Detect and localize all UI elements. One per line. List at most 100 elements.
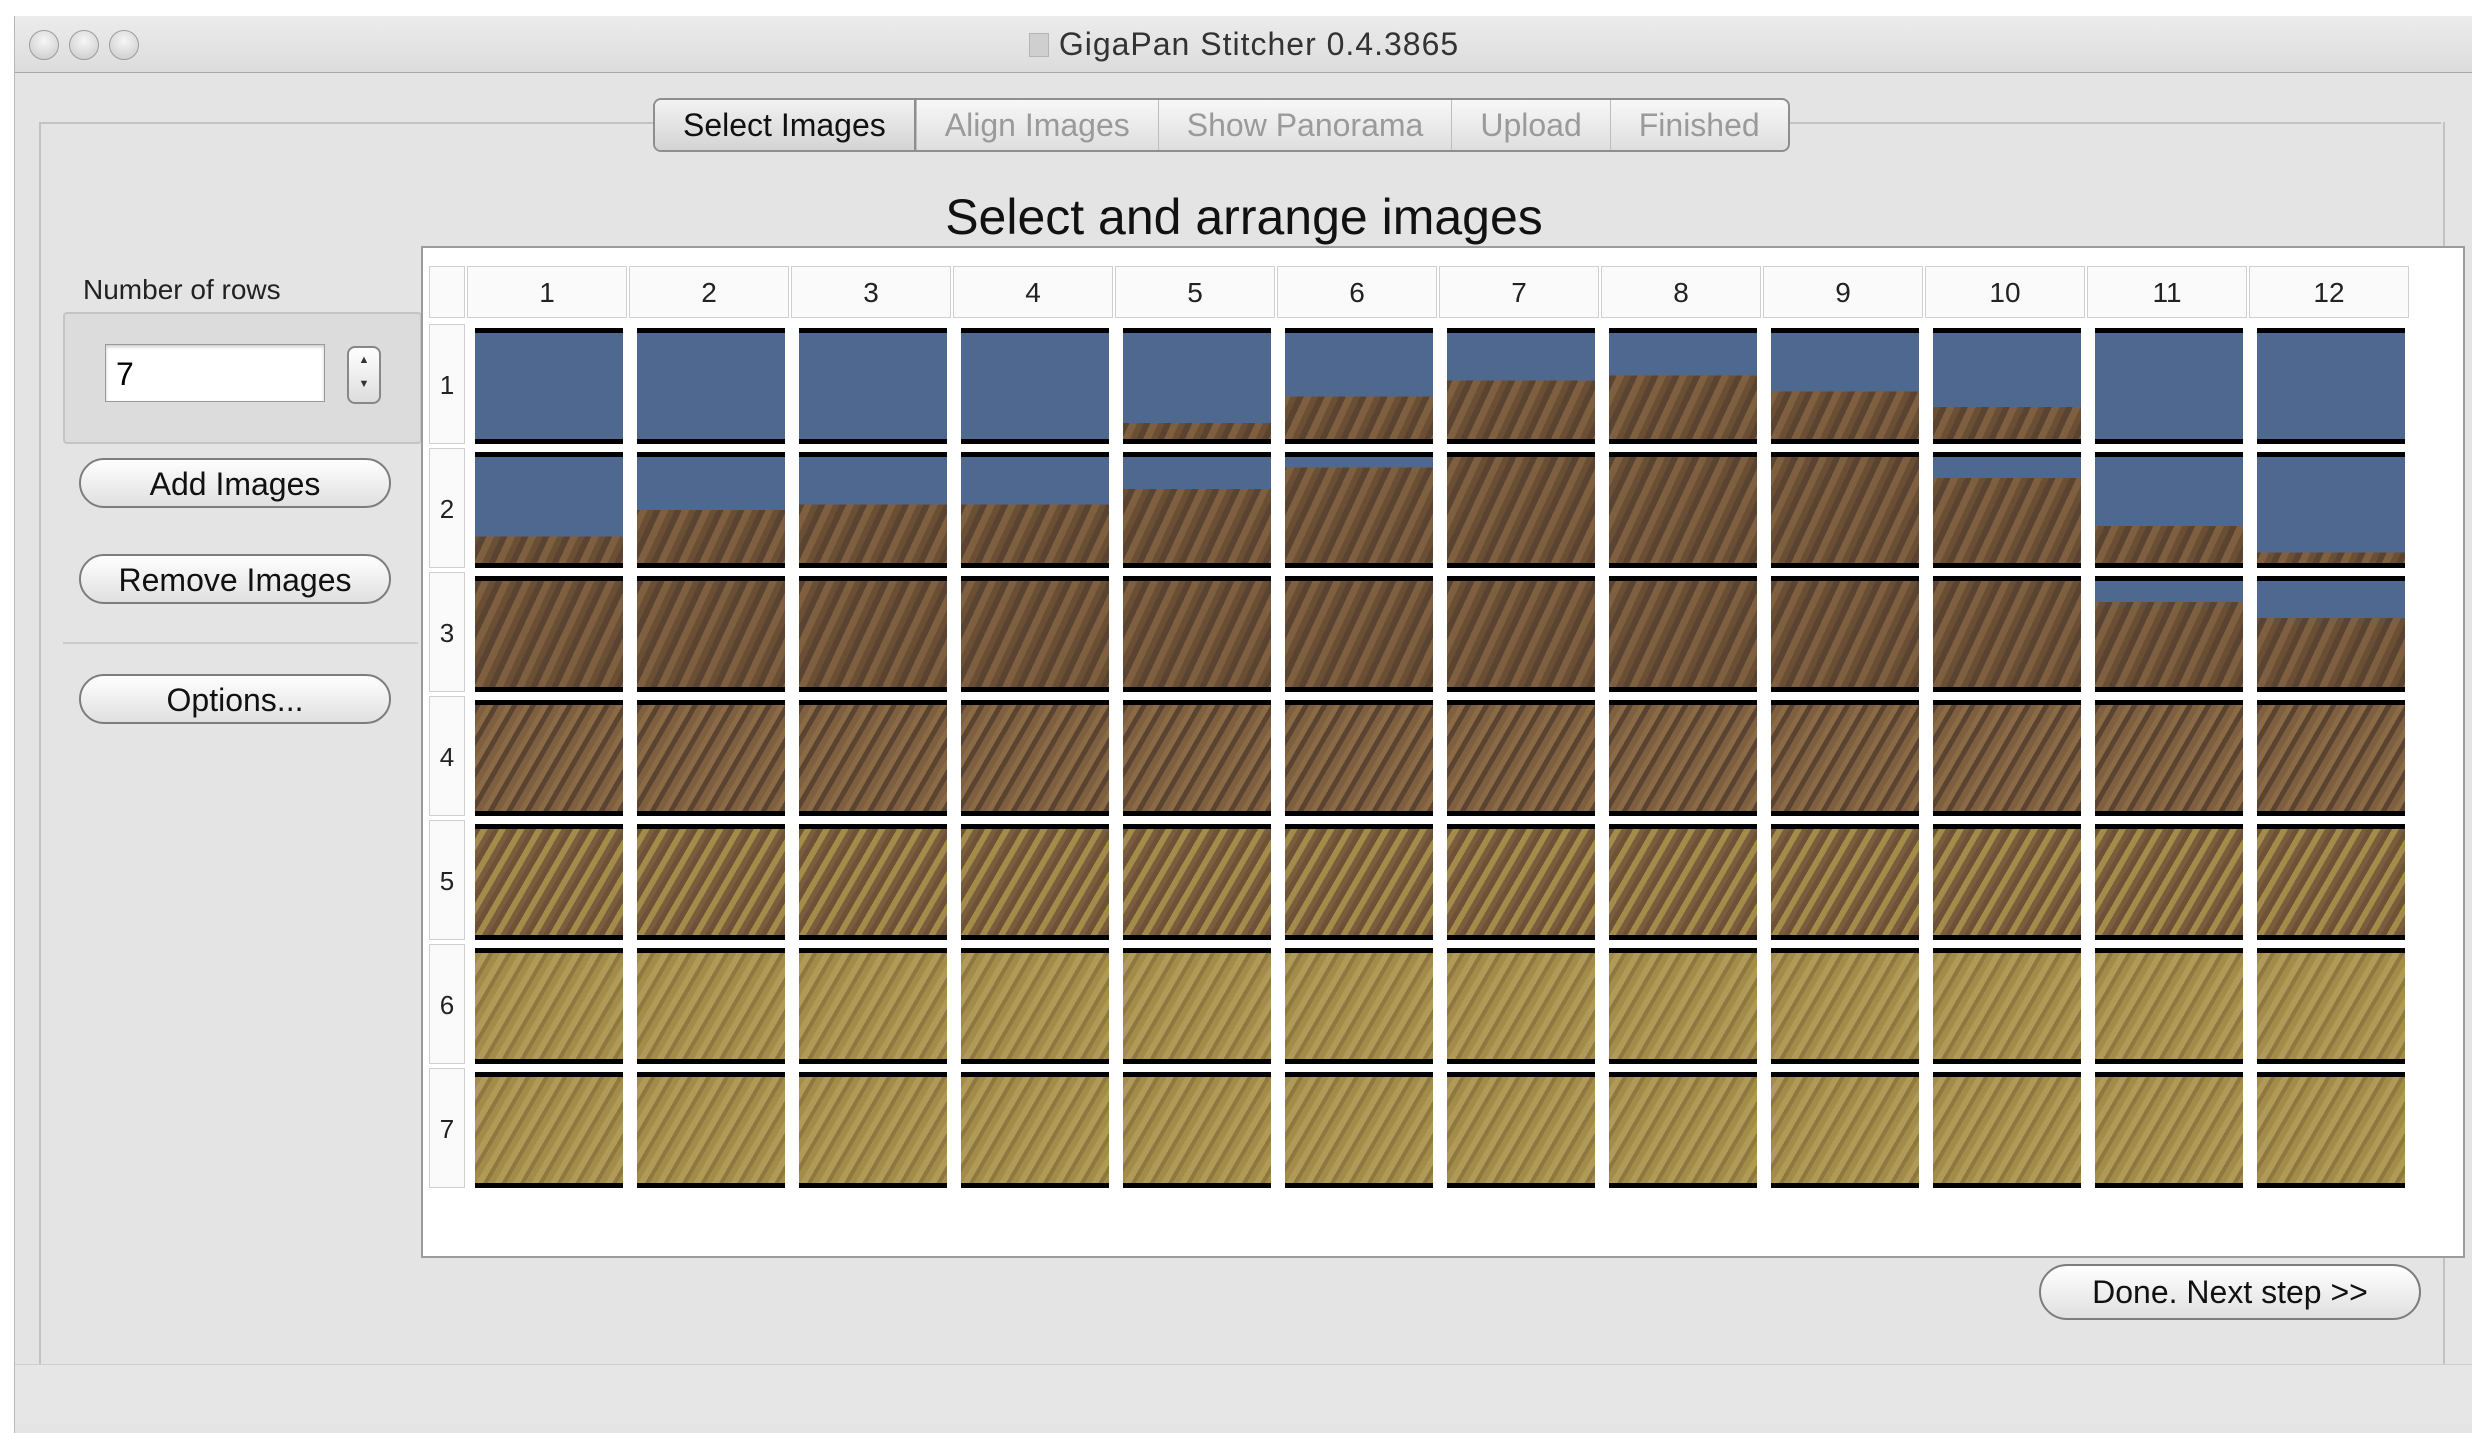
image-tile[interactable] xyxy=(1933,328,2081,444)
image-tile[interactable] xyxy=(1123,576,1271,692)
image-tile[interactable] xyxy=(1285,948,1433,1064)
image-tile[interactable] xyxy=(961,700,1109,816)
image-tile[interactable] xyxy=(1771,1072,1919,1188)
image-tile[interactable] xyxy=(637,700,785,816)
image-tile[interactable] xyxy=(637,948,785,1064)
image-tile[interactable] xyxy=(1609,328,1757,444)
image-tile[interactable] xyxy=(961,1072,1109,1188)
tab-upload[interactable]: Upload xyxy=(1451,100,1609,150)
image-tile[interactable] xyxy=(961,328,1109,444)
image-tile[interactable] xyxy=(475,1072,623,1188)
image-tile[interactable] xyxy=(637,576,785,692)
image-tile[interactable] xyxy=(1447,452,1595,568)
rows-group: Number of rows 7 ▲ ▼ xyxy=(63,266,422,446)
image-tile[interactable] xyxy=(1771,700,1919,816)
image-tile[interactable] xyxy=(2257,700,2405,816)
image-tile[interactable] xyxy=(1285,824,1433,940)
image-tile[interactable] xyxy=(1447,948,1595,1064)
image-tile[interactable] xyxy=(2095,576,2243,692)
tab-align-images[interactable]: Align Images xyxy=(915,100,1158,150)
image-tile[interactable] xyxy=(637,328,785,444)
image-tile[interactable] xyxy=(799,452,947,568)
image-tile[interactable] xyxy=(799,1072,947,1188)
image-tile[interactable] xyxy=(961,948,1109,1064)
image-tile[interactable] xyxy=(475,700,623,816)
image-tile[interactable] xyxy=(1609,948,1757,1064)
image-tile[interactable] xyxy=(1447,576,1595,692)
image-tile[interactable] xyxy=(1609,700,1757,816)
image-tile[interactable] xyxy=(799,824,947,940)
image-tile[interactable] xyxy=(475,576,623,692)
image-tile[interactable] xyxy=(2095,452,2243,568)
image-tile[interactable] xyxy=(1123,824,1271,940)
rows-stepper[interactable]: ▲ ▼ xyxy=(347,346,381,404)
image-tile[interactable] xyxy=(475,328,623,444)
image-tile[interactable] xyxy=(1771,824,1919,940)
image-tile[interactable] xyxy=(1285,452,1433,568)
image-tile[interactable] xyxy=(961,824,1109,940)
image-tile[interactable] xyxy=(799,948,947,1064)
image-tile[interactable] xyxy=(1933,452,2081,568)
image-tile[interactable] xyxy=(2095,700,2243,816)
image-tile[interactable] xyxy=(1123,1072,1271,1188)
grid-corner xyxy=(429,266,465,318)
image-tile[interactable] xyxy=(2257,452,2405,568)
image-tile[interactable] xyxy=(799,576,947,692)
image-tile[interactable] xyxy=(1771,948,1919,1064)
tab-finished[interactable]: Finished xyxy=(1609,100,1788,150)
remove-images-button[interactable]: Remove Images xyxy=(79,554,391,604)
image-tile[interactable] xyxy=(1771,576,1919,692)
image-tile[interactable] xyxy=(1123,700,1271,816)
image-tile[interactable] xyxy=(799,328,947,444)
image-tile[interactable] xyxy=(2257,824,2405,940)
image-tile[interactable] xyxy=(475,824,623,940)
column-header: 6 xyxy=(1277,266,1437,318)
image-tile[interactable] xyxy=(1285,328,1433,444)
image-tile[interactable] xyxy=(1285,700,1433,816)
image-tile[interactable] xyxy=(1123,452,1271,568)
image-tile[interactable] xyxy=(2257,948,2405,1064)
image-tile[interactable] xyxy=(1933,1072,2081,1188)
image-tile[interactable] xyxy=(1771,328,1919,444)
image-tile[interactable] xyxy=(2257,1072,2405,1188)
image-tile[interactable] xyxy=(2095,824,2243,940)
image-tile[interactable] xyxy=(1123,328,1271,444)
image-tile[interactable] xyxy=(475,948,623,1064)
image-tile[interactable] xyxy=(1285,1072,1433,1188)
options-button[interactable]: Options... xyxy=(79,674,391,724)
image-tile[interactable] xyxy=(799,700,947,816)
column-header: 8 xyxy=(1601,266,1761,318)
image-tile[interactable] xyxy=(1447,700,1595,816)
image-tile[interactable] xyxy=(1933,700,2081,816)
image-tile[interactable] xyxy=(2095,328,2243,444)
image-tile[interactable] xyxy=(1609,1072,1757,1188)
image-tile[interactable] xyxy=(2257,576,2405,692)
image-tile[interactable] xyxy=(637,452,785,568)
tab-select-images[interactable]: Select Images xyxy=(655,100,916,150)
next-step-button[interactable]: Done. Next step >> xyxy=(2039,1264,2421,1320)
image-tile[interactable] xyxy=(961,452,1109,568)
image-tile[interactable] xyxy=(961,576,1109,692)
image-tile[interactable] xyxy=(1609,576,1757,692)
tab-show-panorama[interactable]: Show Panorama xyxy=(1157,100,1452,150)
image-tile[interactable] xyxy=(1933,948,2081,1064)
image-tile[interactable] xyxy=(637,1072,785,1188)
rows-input[interactable]: 7 xyxy=(105,344,325,402)
rows-box: 7 ▲ ▼ xyxy=(63,312,422,444)
image-tile[interactable] xyxy=(1933,824,2081,940)
image-tile[interactable] xyxy=(1609,452,1757,568)
add-images-button[interactable]: Add Images xyxy=(79,458,391,508)
image-tile[interactable] xyxy=(1771,452,1919,568)
image-tile[interactable] xyxy=(1123,948,1271,1064)
image-tile[interactable] xyxy=(1447,1072,1595,1188)
image-tile[interactable] xyxy=(637,824,785,940)
image-tile[interactable] xyxy=(2095,948,2243,1064)
image-tile[interactable] xyxy=(1447,328,1595,444)
image-tile[interactable] xyxy=(1447,824,1595,940)
image-tile[interactable] xyxy=(1609,824,1757,940)
image-tile[interactable] xyxy=(475,452,623,568)
image-tile[interactable] xyxy=(2095,1072,2243,1188)
image-tile[interactable] xyxy=(1933,576,2081,692)
image-tile[interactable] xyxy=(1285,576,1433,692)
image-tile[interactable] xyxy=(2257,328,2405,444)
